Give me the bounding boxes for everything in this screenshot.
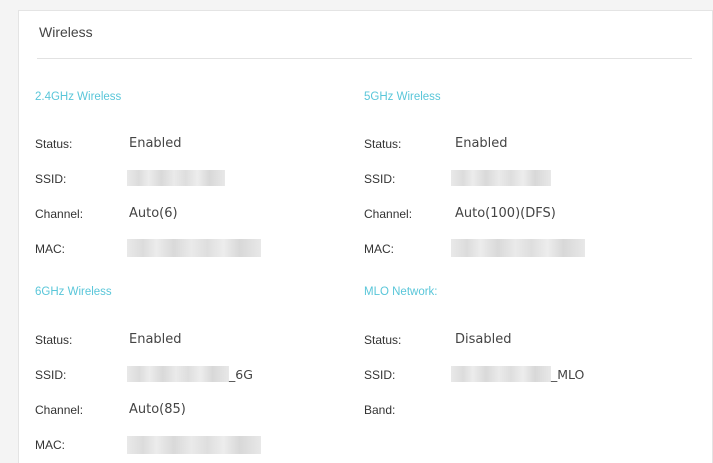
status-value-24ghz: Enabled	[129, 136, 182, 151]
redacted-ssid-6ghz	[127, 366, 229, 382]
channel-label-5ghz: Channel:	[364, 207, 413, 221]
mac-label-6ghz: MAC:	[35, 438, 65, 452]
ssid-value-mlo: _MLO	[451, 366, 584, 382]
redacted-mac-6ghz	[127, 436, 261, 454]
section-title-5ghz: 5GHz Wireless	[364, 91, 441, 103]
ssid-label-24ghz: SSID:	[35, 172, 67, 186]
ssid-value-24ghz	[127, 170, 225, 186]
channel-label-6ghz: Channel:	[35, 403, 84, 417]
ssid-label-5ghz: SSID:	[364, 172, 396, 186]
status-label-6ghz: Status:	[35, 333, 73, 347]
mac-value-5ghz	[451, 239, 585, 257]
channel-value-6ghz: Auto(85)	[129, 402, 186, 417]
redacted-ssid-24ghz	[127, 170, 225, 186]
wireless-panel: Wireless 2.4GHz Wireless Status: Enabled…	[18, 10, 713, 463]
ssid-label-mlo: SSID:	[364, 368, 396, 382]
panel-title: Wireless	[39, 24, 93, 40]
ssid-suffix-6ghz: _6G	[229, 366, 253, 382]
ssid-label-6ghz: SSID:	[35, 368, 67, 382]
channel-label-24ghz: Channel:	[35, 207, 84, 221]
mac-label-24ghz: MAC:	[35, 242, 65, 256]
ssid-value-6ghz: _6G	[127, 366, 253, 382]
redacted-mac-24ghz	[127, 239, 261, 257]
channel-value-24ghz: Auto(6)	[129, 206, 178, 221]
mac-label-5ghz: MAC:	[364, 242, 394, 256]
section-title-24ghz: 2.4GHz Wireless	[35, 91, 122, 103]
channel-value-5ghz: Auto(100)(DFS)	[455, 206, 556, 221]
status-value-mlo: Disabled	[455, 332, 512, 347]
status-label-24ghz: Status:	[35, 137, 73, 151]
redacted-mac-5ghz	[451, 239, 585, 257]
status-label-mlo: Status:	[364, 333, 402, 347]
section-title-mlo: MLO Network:	[364, 286, 438, 298]
status-value-5ghz: Enabled	[455, 136, 508, 151]
title-divider	[37, 58, 692, 59]
band-label-mlo: Band:	[364, 403, 396, 417]
ssid-suffix-mlo: _MLO	[551, 366, 585, 382]
mac-value-24ghz	[127, 239, 261, 257]
mac-value-6ghz	[127, 436, 261, 454]
status-value-6ghz: Enabled	[129, 332, 182, 347]
status-label-5ghz: Status:	[364, 137, 402, 151]
redacted-ssid-5ghz	[451, 170, 551, 186]
ssid-value-5ghz	[451, 170, 551, 186]
redacted-ssid-mlo	[451, 366, 551, 382]
section-title-6ghz: 6GHz Wireless	[35, 286, 112, 298]
